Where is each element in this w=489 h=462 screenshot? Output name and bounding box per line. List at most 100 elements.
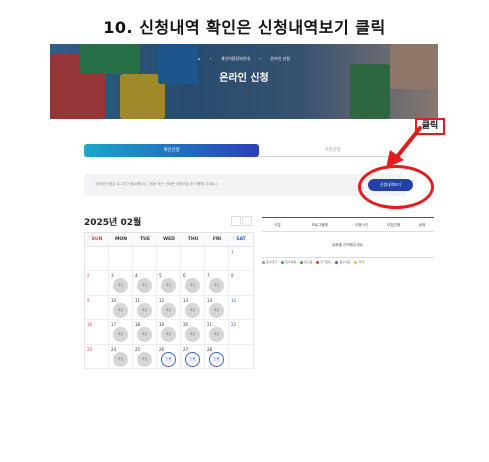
calendar-day-cell[interactable]: 19 마감 — [157, 320, 181, 345]
calendar-day-cell[interactable]: 16 — [85, 320, 109, 345]
day-number: 14 — [207, 297, 213, 303]
calendar-day-cell[interactable]: 14 마감 — [205, 295, 229, 321]
highlight-circle — [358, 165, 434, 209]
closed-badge: 마감 — [185, 327, 200, 343]
calendar-weekday-header: SUN MON TUE WED THU FRI SAT — [85, 233, 253, 247]
calendar-day-cell — [133, 247, 157, 272]
day-number: 5 — [159, 273, 162, 279]
day-number: 11 — [135, 297, 141, 303]
calendar-day-cell[interactable]: 13 마감 — [181, 295, 205, 321]
calendar-day-cell[interactable]: 8 — [229, 271, 253, 296]
day-number: 2 — [87, 273, 90, 279]
calendar-day-cell — [109, 247, 133, 272]
calendar-day-cell[interactable]: 18 마감 — [133, 320, 157, 345]
closed-badge: 마감 — [161, 327, 176, 343]
column-header: 모집인원 — [386, 223, 401, 227]
legend-dot-icon — [281, 260, 285, 264]
closed-badge: 마감 — [113, 351, 128, 367]
column-header: 구분 — [274, 223, 281, 227]
closed-badge: 마감 — [113, 278, 128, 294]
closed-badge: 마감 — [185, 302, 200, 318]
day-number: 3 — [111, 273, 114, 279]
apply-badge[interactable]: 신청 — [161, 351, 176, 367]
calendar-day-cell[interactable]: 7 마감 — [205, 271, 229, 296]
weekday-label: SUN — [91, 237, 103, 242]
legend-label: 접수마감 — [339, 260, 351, 264]
weekday-label: MON — [114, 237, 128, 242]
calendar-day-cell[interactable]: 4 마감 — [133, 271, 157, 296]
day-number: 8 — [231, 273, 234, 279]
breadcrumb-item[interactable]: 온라인 신청 — [270, 56, 290, 61]
callout-arrow-icon — [386, 126, 422, 168]
calendar-day-cell[interactable]: 12 마감 — [157, 295, 181, 321]
legend-dot-icon — [300, 260, 304, 264]
tab-personal[interactable]: 개인신청 — [84, 144, 259, 157]
calendar-grid: 1 2 3 마감 4 마감 5 마감 6 마감 7 마감 8 9 10 마감 11 마감 12 마감 13 마감 14 마감 1… — [85, 247, 253, 369]
legend-item: 접수대기 — [262, 260, 277, 264]
legend-item: 기타 — [354, 260, 364, 264]
weekday-label: SAT — [236, 237, 246, 242]
calendar-day-cell[interactable]: 11 마감 — [133, 295, 157, 321]
day-number: 16 — [87, 322, 93, 328]
day-number: 19 — [159, 322, 165, 328]
calendar-day-cell[interactable]: 9 — [85, 295, 109, 321]
calendar-day-cell[interactable]: 28 신청 — [205, 344, 229, 369]
calendar-day-cell — [181, 247, 205, 272]
column-header: 프로그램명 — [311, 223, 328, 227]
apply-badge[interactable]: 신청 — [185, 351, 200, 367]
legend-item: 접수중 — [300, 260, 312, 264]
day-number: 12 — [159, 297, 165, 303]
day-number: 6 — [183, 273, 186, 279]
calendar-day-cell[interactable]: 20 마감 — [181, 320, 205, 345]
calendar-day-cell[interactable]: 22 — [229, 320, 253, 345]
legend-dot-icon — [354, 260, 358, 264]
calendar-day-cell[interactable]: 25 마감 — [133, 344, 157, 369]
hero-banner: ⌂ › 개인이용정보안내 › 온라인 신청 온라인 신청 — [50, 44, 438, 119]
calendar-day-cell[interactable]: 2 — [85, 271, 109, 296]
calendar-day-cell[interactable]: 1 — [229, 247, 253, 272]
calendar-day-cell[interactable]: 15 — [229, 296, 253, 321]
legend-label: 추가접수 — [320, 260, 332, 264]
calendar-day-cell[interactable]: 10 마감 — [109, 295, 133, 321]
closed-badge: 마감 — [137, 278, 152, 294]
day-number: 4 — [135, 273, 138, 279]
program-table: 구분 프로그램명 이용시간 모집인원 상태 날짜를 선택해주세요. — [262, 217, 434, 258]
calendar-day-cell[interactable]: 21 마감 — [205, 320, 229, 345]
calendar-day-cell[interactable]: 3 마감 — [109, 271, 133, 296]
day-number: 7 — [207, 273, 210, 279]
apply-badge[interactable]: 신청 — [209, 351, 224, 367]
home-icon[interactable]: ⌂ — [198, 56, 201, 61]
legend-label: 접수대기 — [266, 260, 278, 264]
breadcrumb-item[interactable]: 개인이용정보안내 — [221, 56, 250, 61]
calendar-day-cell[interactable]: 26 신청 — [157, 344, 181, 369]
page-title: 온라인 신청 — [219, 73, 269, 84]
day-number: 21 — [207, 322, 213, 328]
status-legend: 접수대기 접수예정 접수중 추가접수 접수마감 기타 — [262, 260, 437, 264]
calendar-day-cell[interactable]: 17 마감 — [109, 320, 133, 345]
weekday-label: FRI — [212, 237, 222, 242]
column-header: 상태 — [418, 223, 426, 227]
day-number: 26 — [159, 346, 165, 352]
calendar-day-cell[interactable]: 23 — [85, 344, 109, 369]
calendar-day-cell[interactable]: 27 신청 — [181, 344, 205, 369]
day-number: 28 — [207, 346, 213, 352]
empty-state-message: 날짜를 선택해주세요. — [262, 232, 434, 258]
closed-badge: 마감 — [161, 302, 176, 318]
day-number: 18 — [135, 322, 141, 328]
day-number: 24 — [111, 346, 117, 352]
day-number: 10 — [111, 297, 117, 303]
closed-badge: 마감 — [137, 351, 152, 367]
day-number: 20 — [183, 322, 189, 328]
calendar-day-cell[interactable]: 6 마감 — [181, 271, 205, 296]
closed-badge: 마감 — [209, 302, 224, 318]
column-header: 이용시간 — [355, 223, 369, 227]
legend-item: 추가접수 — [316, 260, 331, 264]
closed-badge: 마감 — [161, 278, 176, 294]
weekday-label: THU — [187, 237, 199, 242]
calendar-day-cell[interactable]: 24 마감 — [109, 344, 133, 369]
calendar-day-cell[interactable]: 5 마감 — [157, 271, 181, 296]
legend-dot-icon — [262, 260, 265, 264]
next-month-button[interactable] — [242, 216, 252, 226]
calendar: SUN MON TUE WED THU FRI SAT 1 2 3 마감 4 마감 5 마감 6… — [84, 232, 254, 369]
prev-month-button[interactable] — [231, 216, 241, 226]
